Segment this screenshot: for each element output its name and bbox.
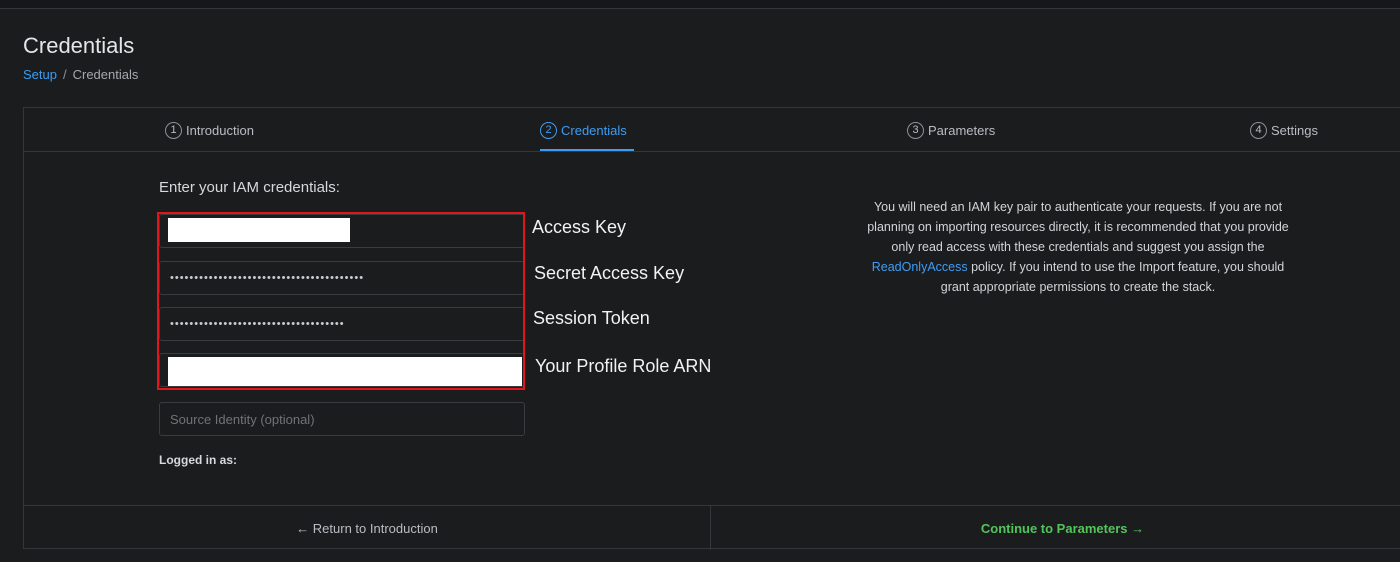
help-text: You will need an IAM key pair to authent… [859,197,1297,297]
step-number: 2 [540,121,557,139]
callout-session-token: Session Token [533,308,650,328]
continue-to-parameters-button[interactable]: Continue to Parameters → [711,506,1400,550]
readonlyaccess-link[interactable]: ReadOnlyAccess [872,260,968,274]
redacted-access-key [168,218,350,242]
token-mask: •••••••••••••••••••••••••••••••••••• [170,318,345,330]
breadcrumb-separator: / [62,67,67,82]
source-identity-field[interactable] [159,402,525,436]
tab-settings[interactable]: 4 Settings [1250,120,1318,140]
callout-role-arn: Your Profile Role ARN [535,356,712,376]
redacted-role-arn [168,357,522,386]
step-label: Parameters [928,122,996,138]
tab-introduction[interactable]: 1 Introduction [165,120,254,140]
role-arn-field[interactable] [159,353,525,387]
step-number: 1 [165,121,182,139]
active-step-indicator [540,149,634,151]
top-bar [0,0,1400,9]
tab-credentials[interactable]: 2 Credentials [540,120,627,140]
logged-in-label: Logged in as: [159,453,237,467]
tab-parameters[interactable]: 3 Parameters [907,120,995,140]
form-title: Enter your IAM credentials: [159,179,340,196]
wizard-card: 1 Introduction 2 Credentials 3 Parameter… [23,107,1400,551]
callout-access-key: Access Key [532,217,627,237]
callout-secret-access-key: Secret Access Key [534,263,685,283]
access-key-field[interactable] [159,214,525,248]
step-number: 4 [1250,121,1267,139]
breadcrumb: Setup / Credentials [23,67,138,82]
breadcrumb-setup-link[interactable]: Setup [23,67,57,82]
wizard-footer: ← Return to Introduction Continue to Par… [24,505,1400,551]
help-text-before: You will need an IAM key pair to authent… [867,200,1289,254]
step-label: Credentials [561,122,627,138]
wizard-steps: 1 Introduction 2 Credentials 3 Parameter… [24,108,1400,152]
return-to-introduction-button[interactable]: ← Return to Introduction [24,506,711,550]
step-number: 3 [907,121,924,139]
secret-access-key-field[interactable]: •••••••••••••••••••••••••••••••••••••••• [159,261,525,295]
step-label: Settings [1271,122,1318,138]
help-text-after: policy. If you intend to use the Import … [940,260,1285,294]
secret-mask: •••••••••••••••••••••••••••••••••••••••• [170,272,365,284]
breadcrumb-current: Credentials [72,67,139,82]
session-token-field[interactable]: •••••••••••••••••••••••••••••••••••• [159,307,525,341]
page-title: Credentials [23,33,135,58]
source-identity-input[interactable] [160,403,524,435]
step-label: Introduction [186,122,254,138]
